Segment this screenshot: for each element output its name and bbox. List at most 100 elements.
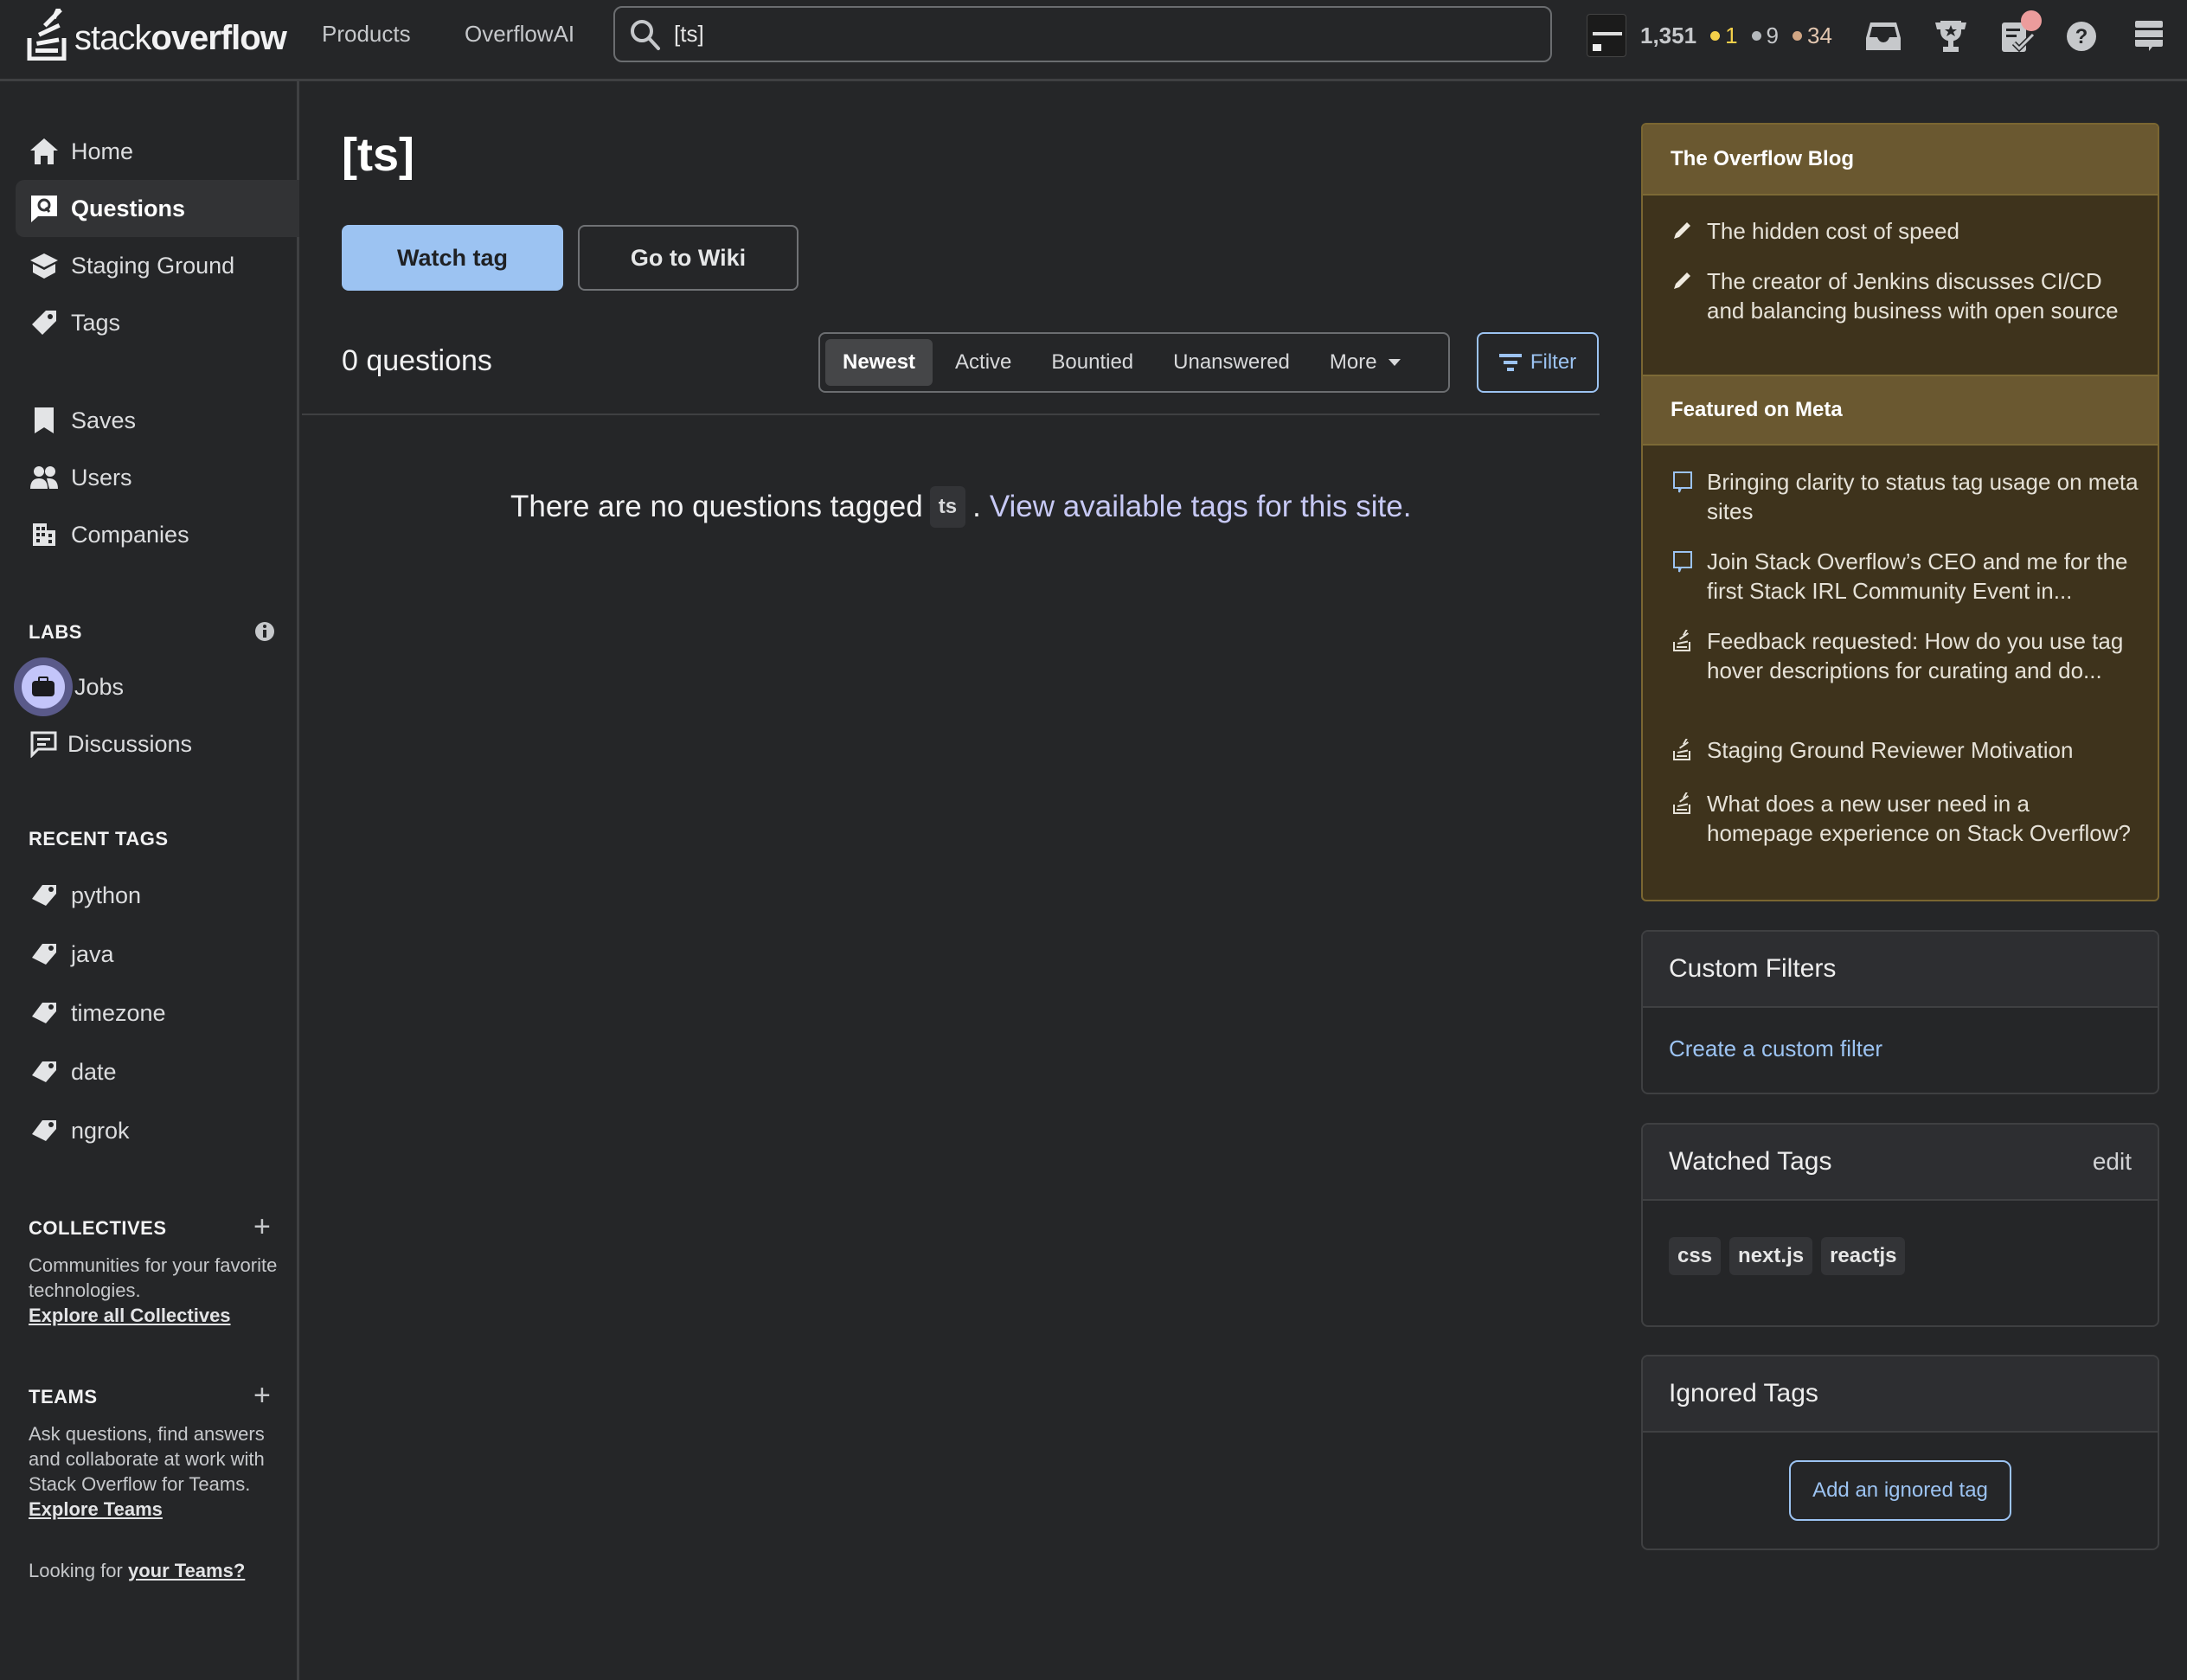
sidebar-item-jobs[interactable]: Jobs: [14, 657, 299, 716]
sidebar-item-label: Staging Ground: [71, 252, 235, 279]
explore-teams-link[interactable]: Explore Teams: [29, 1498, 163, 1520]
meta-item[interactable]: What does a new user need in a homepage …: [1643, 789, 2158, 848]
top-bar: stackoverflow Products OverflowAI 1,351 …: [0, 0, 2187, 81]
filter-icon: [1498, 354, 1522, 371]
collectives-description: Communities for your favorite technologi…: [29, 1253, 288, 1328]
go-to-wiki-button[interactable]: Go to Wiki: [578, 225, 798, 291]
meta-item[interactable]: Staging Ground Reviewer Motivation: [1643, 735, 2158, 766]
edit-watched-tags-link[interactable]: edit: [2093, 1148, 2132, 1176]
watched-tag[interactable]: reactjs: [1821, 1237, 1906, 1275]
sidebar-item-label: Home: [71, 138, 134, 164]
tag-icon: [29, 308, 59, 337]
labs-heading: LABS: [29, 621, 82, 643]
recent-tag-item[interactable]: python: [16, 867, 299, 924]
meta-item[interactable]: Join Stack Overflow’s CEO and me for the…: [1643, 547, 2158, 606]
watch-tag-button[interactable]: Watch tag: [342, 225, 563, 291]
ignored-tags-widget: Ignored Tags Add an ignored tag: [1641, 1355, 2159, 1550]
tab-bountied[interactable]: Bountied: [1034, 339, 1151, 386]
stackoverflow-icon: [1672, 789, 1707, 848]
meta-item-title: Bringing clarity to status tag usage on …: [1707, 469, 2139, 524]
stackoverflow-logo-icon: [27, 9, 67, 61]
search-icon: [631, 19, 660, 50]
sidebar-item-users[interactable]: Users: [16, 449, 299, 506]
meta-item[interactable]: Bringing clarity to status tag usage on …: [1643, 467, 2158, 526]
search-input[interactable]: [674, 21, 1453, 48]
tab-unanswered[interactable]: Unanswered: [1156, 339, 1307, 386]
sidebar-item-label: Jobs: [74, 673, 125, 700]
building-icon: [29, 520, 59, 549]
nav-products[interactable]: Products: [322, 21, 411, 48]
tab-more-label: More: [1329, 350, 1377, 374]
teams-heading: TEAMS: [29, 1386, 98, 1407]
custom-filters-heading: Custom Filters: [1643, 932, 2158, 1008]
sidebar-item-saves[interactable]: Saves: [16, 392, 299, 449]
filter-button[interactable]: Filter: [1477, 332, 1599, 393]
sidebar-item-label: Users: [71, 464, 132, 491]
ignored-tags-body: Add an ignored tag: [1643, 1433, 2158, 1521]
watched-tag[interactable]: next.js: [1729, 1237, 1813, 1275]
stackoverflow-icon: [1672, 626, 1707, 685]
recent-tag-item[interactable]: java: [16, 926, 299, 983]
view-available-tags-link[interactable]: View available tags for this site.: [990, 490, 1412, 524]
avatar[interactable]: [1587, 14, 1626, 57]
recent-tag-label: timezone: [71, 999, 166, 1026]
tab-more[interactable]: More: [1312, 339, 1419, 386]
your-teams-link[interactable]: your Teams?: [128, 1560, 245, 1581]
tab-active[interactable]: Active: [938, 339, 1029, 386]
help-icon: ?: [2067, 22, 2096, 51]
recent-tag-item[interactable]: ngrok: [16, 1102, 299, 1159]
watched-tags-title: Watched Tags: [1669, 1147, 1832, 1176]
search-box[interactable]: [613, 6, 1552, 62]
recent-tag-item[interactable]: date: [16, 1043, 299, 1100]
site-switcher-button[interactable]: [2130, 17, 2168, 55]
looking-for-text: Looking for: [29, 1560, 123, 1581]
empty-state-message: There are no questions tagged ts . View …: [510, 486, 1411, 528]
blog-item[interactable]: The hidden cost of speed: [1643, 216, 2158, 246]
sidebar-item-discussions[interactable]: Discussions: [16, 715, 299, 773]
teams-text: Ask questions, find answers and collabor…: [29, 1423, 265, 1495]
silver-badge-icon: [1751, 30, 1761, 41]
meta-chat-icon: [1672, 467, 1707, 526]
question-count: 0 questions: [342, 344, 492, 377]
add-ignored-tag-button[interactable]: Add an ignored tag: [1789, 1460, 2011, 1521]
tag-chip-ts[interactable]: ts: [929, 486, 966, 528]
inbox-button[interactable]: [1864, 17, 1902, 55]
recent-tag-label: python: [71, 882, 142, 908]
custom-filters-body: Create a custom filter: [1643, 1008, 2158, 1090]
add-collective-plus-icon[interactable]: +: [253, 1212, 271, 1241]
review-queues-button[interactable]: [1998, 10, 2042, 55]
achievements-button[interactable]: [1932, 17, 1970, 55]
meta-chat-icon: [1672, 547, 1707, 606]
logo-text: stackoverflow: [74, 21, 287, 61]
labs-info-icon[interactable]: [254, 621, 275, 646]
trophy-icon: [1935, 21, 1966, 52]
staging-ground-icon: [29, 251, 59, 280]
sidebar-item-staging-ground[interactable]: Staging Ground: [16, 237, 299, 294]
recent-tag-item[interactable]: timezone: [16, 984, 299, 1042]
stackoverflow-icon: [1672, 735, 1707, 766]
meta-item-title: Join Stack Overflow’s CEO and me for the…: [1707, 548, 2128, 604]
watched-tag[interactable]: css: [1669, 1237, 1722, 1275]
silver-badge-count: 9: [1751, 22, 1779, 49]
sidebar-item-home[interactable]: Home: [16, 123, 299, 180]
sidebar-item-questions[interactable]: Questions: [16, 180, 299, 237]
user-profile-summary[interactable]: 1,351 1 9 34: [1587, 14, 1832, 57]
stackoverflow-logo[interactable]: stackoverflow: [26, 5, 287, 61]
sidebar-item-label: Tags: [71, 309, 121, 336]
nav-overflowai[interactable]: OverflowAI: [465, 21, 574, 48]
sidebar-item-tags[interactable]: Tags: [16, 294, 299, 351]
custom-filters-title: Custom Filters: [1669, 954, 1837, 983]
sidebar-item-companies[interactable]: Companies: [16, 506, 299, 563]
gold-badge-count: 1: [1710, 22, 1738, 49]
inbox-icon: [1866, 22, 1901, 50]
add-team-plus-icon[interactable]: +: [253, 1381, 271, 1410]
tab-newest[interactable]: Newest: [825, 339, 933, 386]
watched-tags-heading: Watched Tags edit: [1643, 1125, 2158, 1201]
create-custom-filter-link[interactable]: Create a custom filter: [1669, 1036, 1882, 1061]
explore-collectives-link[interactable]: Explore all Collectives: [29, 1305, 231, 1326]
meta-item[interactable]: Feedback requested: How do you use tag h…: [1643, 626, 2158, 685]
blog-item[interactable]: The creator of Jenkins discusses CI/CD a…: [1643, 266, 2158, 325]
briefcase-icon: [22, 665, 65, 709]
jobs-icon-highlight: [14, 657, 73, 716]
help-button[interactable]: ?: [2062, 17, 2100, 55]
